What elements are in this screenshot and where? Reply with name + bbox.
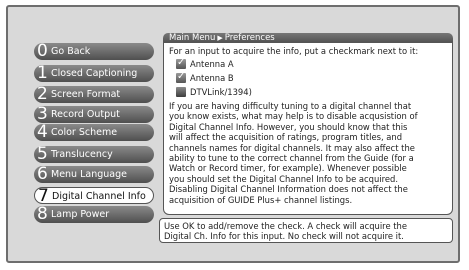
intro-text: For an input to acquire the info, put a … [169,46,419,56]
menu-item-label: Menu Language [51,169,127,180]
help-line: Digital Ch. Info for this input. No chec… [164,231,404,242]
description-line: will affect the acquisition of ratings, … [169,132,403,143]
menu-item-number: 6 [37,164,48,184]
description-line: you know exists, what may help is to dis… [169,111,418,122]
menu-item-number: 4 [37,122,48,142]
menu-item-label: Digital Channel Info [52,191,146,202]
help-line: Use OK to add/remove the check. A check … [164,221,407,231]
checkbox-checked-icon[interactable]: ✓ [176,57,186,69]
menu-item-number: 5 [37,144,48,164]
description-line: ability to tune to the correct channel f… [169,153,414,164]
description-line: you should set the Digital Channel Info … [169,173,398,184]
description-line: If you are having difficulty tuning to a… [169,101,412,111]
menu-item-lamp-power[interactable]: 8 Lamp Power [34,204,154,224]
checkbox-checked-icon[interactable]: ✓ [176,71,186,83]
menu-item-label: Go Back [51,46,91,57]
option-label: Antenna B [190,73,234,83]
description-text: If you are having difficulty tuning to a… [169,101,452,205]
description-line: acquisition of GUIDE Plus+ channel listi… [169,194,353,205]
menu-item-screen-format[interactable]: 2 Screen Format [34,84,154,104]
checkbox-unchecked-icon[interactable] [176,87,186,97]
option-label: Antenna A [190,59,234,69]
menu-item-number: 7 [38,186,49,206]
description-line: Digital Channel Info. However, you shoul… [169,121,408,132]
menu-item-number: 0 [37,41,48,61]
menu-item-record-output[interactable]: 3 Record Output [34,104,154,124]
menu-item-label: Closed Captioning [51,68,138,79]
option-label: DTVLink/1394) [190,87,252,97]
preferences-panel: For an input to acquire the info, put a … [163,42,453,215]
menu-item-number: 1 [37,63,48,83]
menu-item-number: 3 [37,104,48,124]
menu-item-color-scheme[interactable]: 4 Color Scheme [34,122,154,142]
menu-item-closed-captioning[interactable]: 1 Closed Captioning [34,63,154,83]
description-line: channels names for digital channels. It … [169,142,415,153]
description-line: Disabling Digital Channel Information do… [169,184,408,195]
help-panel: Use OK to add/remove the check. A check … [159,218,453,243]
description-line: Watch or Record timer, for example). Whe… [169,163,407,174]
menu-item-translucency[interactable]: 5 Translucency [34,144,154,164]
menu-item-number: 2 [37,84,48,104]
menu-item-label: Record Output [51,109,120,120]
menu-item-go-back[interactable]: 0 Go Back [34,41,154,61]
tv-screen: 0 Go Back 1 Closed Captioning 2 Screen F… [0,0,469,270]
menu-item-number: 8 [37,204,48,224]
menu-item-label: Lamp Power [51,209,110,220]
menu-item-label: Screen Format [51,89,121,100]
breadcrumb-arrow-icon: ▶ [217,34,223,42]
menu-item-label: Translucency [51,149,113,160]
menu-item-menu-language[interactable]: 6 Menu Language [34,164,154,184]
menu-item-digital-channel-info[interactable]: 7 Digital Channel Info [34,186,154,206]
menu-item-label: Color Scheme [51,127,118,138]
